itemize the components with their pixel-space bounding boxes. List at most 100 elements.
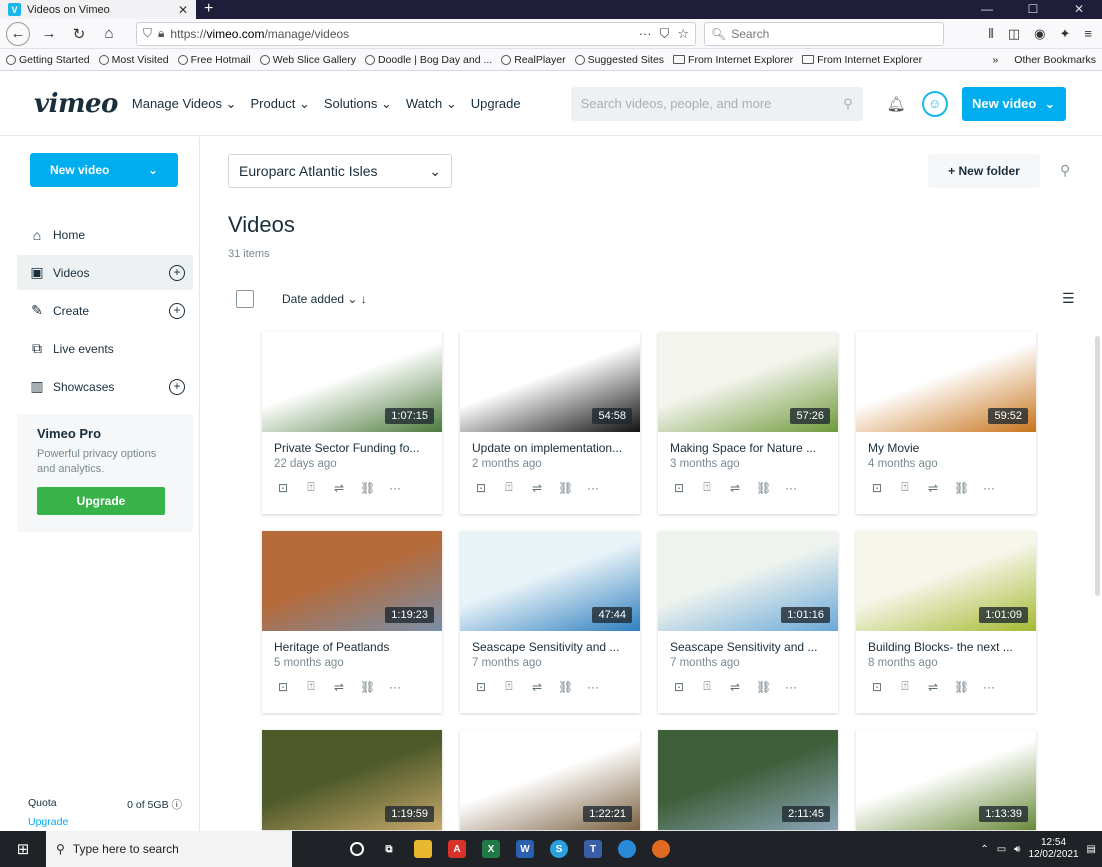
volume-icon[interactable]: 🔊︎	[1014, 844, 1020, 855]
reload-icon[interactable]: ↻	[68, 23, 90, 45]
link-icon[interactable]: ⛓	[756, 481, 771, 495]
share-icon[interactable]: ⍐	[700, 480, 714, 495]
bookmark-item[interactable]: Doodle | Bog Day and ...	[365, 54, 492, 66]
share-icon[interactable]: ⍐	[304, 679, 318, 694]
share-icon[interactable]: ⍐	[700, 679, 714, 694]
video-title[interactable]: My Movie	[868, 441, 1028, 455]
search-icon[interactable]: ⚲	[1060, 162, 1070, 179]
video-title[interactable]: Making Space for Nature ...	[670, 441, 830, 455]
analytics-icon[interactable]: ⊡	[672, 680, 686, 694]
more-icon[interactable]: ···	[784, 481, 798, 495]
link-icon[interactable]: ⛓	[360, 481, 375, 495]
video-card[interactable]: 54:58 Update on implementation... 2 months…	[460, 332, 640, 514]
new-folder-button[interactable]: + New folder	[928, 154, 1040, 188]
nav-watch[interactable]: Watch ⌄	[406, 96, 457, 112]
link-icon[interactable]: ⛓	[954, 481, 969, 495]
site-search-input[interactable]: Search videos, people, and more ⚲	[570, 86, 863, 121]
account-icon[interactable]: ◉	[1034, 26, 1045, 42]
acrobat-icon[interactable]: A	[448, 840, 466, 858]
more-icon[interactable]: ···	[388, 680, 402, 694]
nav-manage-videos[interactable]: Manage Videos ⌄	[132, 96, 237, 112]
video-card[interactable]: 1:13:39	[856, 730, 1036, 830]
bookmark-star-icon[interactable]: ☆	[677, 26, 689, 42]
video-card[interactable]: 1:07:15 Private Sector Funding fo... 22 da…	[262, 332, 442, 514]
nav-upgrade[interactable]: Upgrade	[471, 96, 521, 112]
nav-product[interactable]: Product ⌄	[251, 96, 310, 112]
analytics-icon[interactable]: ⊡	[672, 481, 686, 495]
bookmark-item[interactable]: Suggested Sites	[574, 54, 664, 66]
replace-icon[interactable]: ⇌	[332, 481, 346, 495]
extension-icon[interactable]: ✦	[1060, 26, 1071, 42]
library-icon[interactable]: ⫴	[988, 26, 993, 42]
folder-select[interactable]: Europarc Atlantic Isles ⌄	[228, 154, 452, 188]
bookmark-item[interactable]: Most Visited	[98, 54, 169, 66]
scrollbar[interactable]	[1095, 336, 1100, 596]
more-icon[interactable]: ···	[982, 481, 996, 495]
video-card[interactable]: 1:19:23 Heritage of Peatlands 5 months ago…	[262, 531, 442, 713]
replace-icon[interactable]: ⇌	[926, 680, 940, 694]
close-tab-icon[interactable]: ✕	[178, 3, 188, 17]
sort-dropdown[interactable]: Date added ⌄ ↓	[282, 292, 367, 306]
vimeo-logo[interactable]: vimeo	[34, 89, 118, 119]
close-window-icon[interactable]: ✕	[1056, 0, 1102, 19]
sidebar-item-videos[interactable]: ▣ Videos +	[17, 255, 193, 290]
task-view-icon[interactable]: ⧉	[380, 840, 398, 858]
replace-icon[interactable]: ⇌	[728, 680, 742, 694]
link-icon[interactable]: ⛓	[558, 680, 573, 694]
pocket-icon[interactable]: ⛉	[660, 26, 670, 42]
video-thumbnail[interactable]: 1:19:23	[262, 531, 442, 631]
new-tab-icon[interactable]: +	[196, 0, 221, 19]
video-thumbnail[interactable]: 47:44	[460, 531, 640, 631]
taskbar-search-input[interactable]: ⚲ Type here to search	[46, 831, 292, 867]
bookmark-item[interactable]: Getting Started	[6, 54, 90, 66]
video-title[interactable]: Seascape Sensitivity and ...	[670, 640, 830, 654]
more-icon[interactable]: ···	[982, 680, 996, 694]
share-icon[interactable]: ⍐	[502, 480, 516, 495]
bookmark-item[interactable]: Free Hotmail	[177, 54, 251, 66]
link-icon[interactable]: ⛓	[360, 680, 375, 694]
video-title[interactable]: Private Sector Funding fo...	[274, 441, 434, 455]
bookmark-item[interactable]: Web Slice Gallery	[259, 54, 356, 66]
analytics-icon[interactable]: ⊡	[870, 680, 884, 694]
analytics-icon[interactable]: ⊡	[276, 680, 290, 694]
notification-bell-icon[interactable]: 🔔︎	[887, 95, 906, 113]
video-card[interactable]: 1:01:16 Seascape Sensitivity and ... 7 mon…	[658, 531, 838, 713]
menu-icon[interactable]: ≡	[1084, 26, 1092, 42]
replace-icon[interactable]: ⇌	[332, 680, 346, 694]
minimize-icon[interactable]: —	[964, 0, 1010, 19]
excel-icon[interactable]: X	[482, 840, 500, 858]
header-new-video-button[interactable]: New video ⌄	[961, 86, 1066, 121]
sidebar-item-home[interactable]: ⌂ Home	[17, 217, 193, 252]
video-card[interactable]: 1:22:21	[460, 730, 640, 830]
video-title[interactable]: Heritage of Peatlands	[274, 640, 434, 654]
url-bar[interactable]: ⛉ 🔒︎ https://vimeo.com/manage/videos ···…	[136, 21, 696, 46]
tray-chevron-icon[interactable]: ⌃	[980, 844, 988, 855]
network-icon[interactable]: ▭	[997, 844, 1006, 855]
share-icon[interactable]: ⍐	[502, 679, 516, 694]
link-icon[interactable]: ⛓	[954, 680, 969, 694]
edge-icon[interactable]	[618, 840, 636, 858]
video-thumbnail[interactable]: 1:19:59	[262, 730, 442, 830]
sidebar-toggle-icon[interactable]: ◫	[1008, 26, 1020, 42]
share-icon[interactable]: ⍐	[898, 480, 912, 495]
maximize-icon[interactable]: ☐	[1010, 0, 1056, 19]
add-video-icon[interactable]: +	[169, 264, 185, 281]
video-thumbnail[interactable]: 57:26	[658, 332, 838, 432]
replace-icon[interactable]: ⇌	[926, 481, 940, 495]
analytics-icon[interactable]: ⊡	[474, 680, 488, 694]
video-thumbnail[interactable]: 1:01:16	[658, 531, 838, 631]
video-title[interactable]: Building Blocks- the next ...	[868, 640, 1028, 654]
video-card[interactable]: 2:11:45	[658, 730, 838, 830]
home-browser-icon[interactable]: ⌂	[98, 23, 120, 45]
teams-icon[interactable]: T	[584, 840, 602, 858]
nav-solutions[interactable]: Solutions ⌄	[324, 96, 392, 112]
page-actions-icon[interactable]: ···	[639, 26, 652, 42]
windows-start-icon[interactable]: ⊞	[0, 831, 46, 867]
quota-upgrade-link[interactable]: Upgrade	[28, 816, 182, 828]
sidebar-new-video-button[interactable]: New video ⌄	[30, 153, 178, 187]
forward-icon[interactable]: →	[38, 23, 60, 45]
video-thumbnail[interactable]: 1:22:21	[460, 730, 640, 830]
skype-icon[interactable]: S	[550, 840, 568, 858]
video-card[interactable]: 47:44 Seascape Sensitivity and ... 7 month…	[460, 531, 640, 713]
video-title[interactable]: Update on implementation...	[472, 441, 632, 455]
